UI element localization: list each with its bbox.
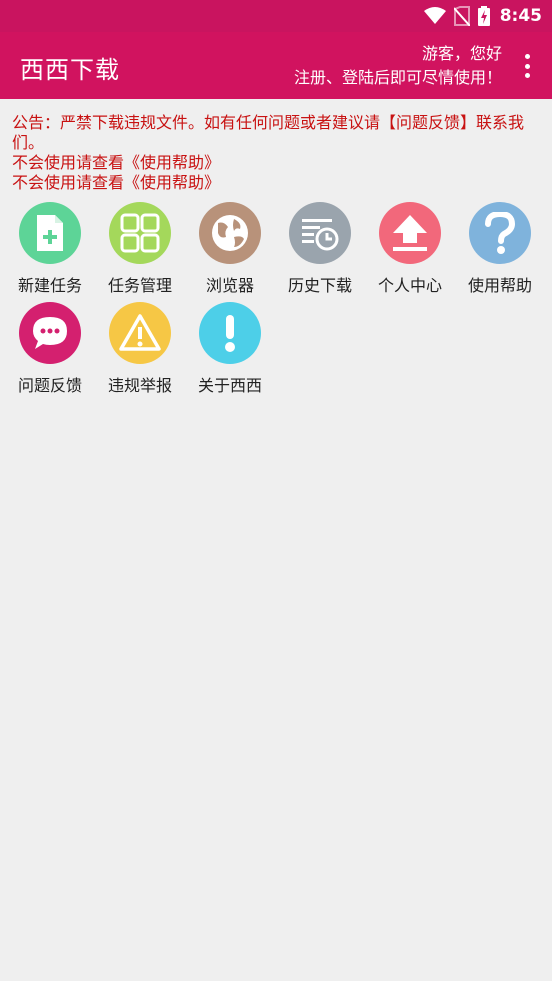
user-greeting: 游客，您好 [421, 44, 502, 63]
help-label: 使用帮助 [467, 276, 532, 295]
task-manage-label: 任务管理 [107, 276, 172, 295]
help-hint[interactable]: 不会使用请查看《使用帮助》 [12, 173, 540, 193]
upload-icon [379, 202, 441, 264]
new-file-icon [19, 202, 81, 264]
app-title: 西西下载 [20, 56, 120, 84]
help-button[interactable]: 使用帮助 [455, 202, 545, 302]
login-hint: 注册、登陆后即可尽情使用！ [293, 68, 502, 87]
notice-text: 公告：严禁下载违规文件。如有任何问题或者建议请【问题反馈】联系我们。 [12, 113, 525, 152]
about-label: 关于西西 [197, 376, 262, 395]
user-info[interactable]: 游客，您好 注册、登陆后即可尽情使用！ [294, 42, 502, 90]
battery-charging-icon [477, 6, 490, 26]
feedback-button[interactable]: 问题反馈 [5, 302, 95, 402]
more-vert-icon[interactable] [516, 52, 538, 80]
notice-board: 公告：严禁下载违规文件。如有任何问题或者建议请【问题反馈】联系我们。 不会使用请… [12, 113, 540, 193]
new-task-button[interactable]: 新建任务 [5, 202, 95, 302]
personal-center-label: 个人中心 [377, 276, 442, 295]
report-button[interactable]: 违规举报 [95, 302, 185, 402]
personal-center-button[interactable]: 个人中心 [365, 202, 455, 302]
globe-icon [199, 202, 261, 264]
history-download-label: 历史下载 [287, 276, 352, 295]
app-bar: 西西下载 游客，您好 注册、登陆后即可尽情使用！ [0, 32, 552, 99]
info-icon [199, 302, 261, 364]
status-bar: 8:45 [0, 0, 552, 32]
task-manage-button[interactable]: 任务管理 [95, 202, 185, 302]
new-task-label: 新建任务 [17, 276, 82, 295]
about-button[interactable]: 关于西西 [185, 302, 275, 402]
browser-button[interactable]: 浏览器 [185, 202, 275, 302]
report-label: 违规举报 [107, 376, 172, 395]
help-hint[interactable]: 不会使用请查看《使用帮助》 [12, 153, 540, 173]
chat-icon [19, 302, 81, 364]
warning-icon [109, 302, 171, 364]
feedback-label: 问题反馈 [17, 376, 82, 395]
wifi-icon [423, 7, 446, 24]
browser-label: 浏览器 [205, 276, 254, 295]
feature-grid: 新建任务 任务管理 浏览器 历史下载 个人中心 使用帮助 问题反馈 违规举报 关… [5, 202, 545, 402]
history-download-button[interactable]: 历史下载 [275, 202, 365, 302]
grid-icon [109, 202, 171, 264]
history-icon [289, 202, 351, 264]
no-sim-icon [453, 6, 470, 26]
status-time: 8:45 [499, 6, 542, 26]
question-icon [469, 202, 531, 264]
